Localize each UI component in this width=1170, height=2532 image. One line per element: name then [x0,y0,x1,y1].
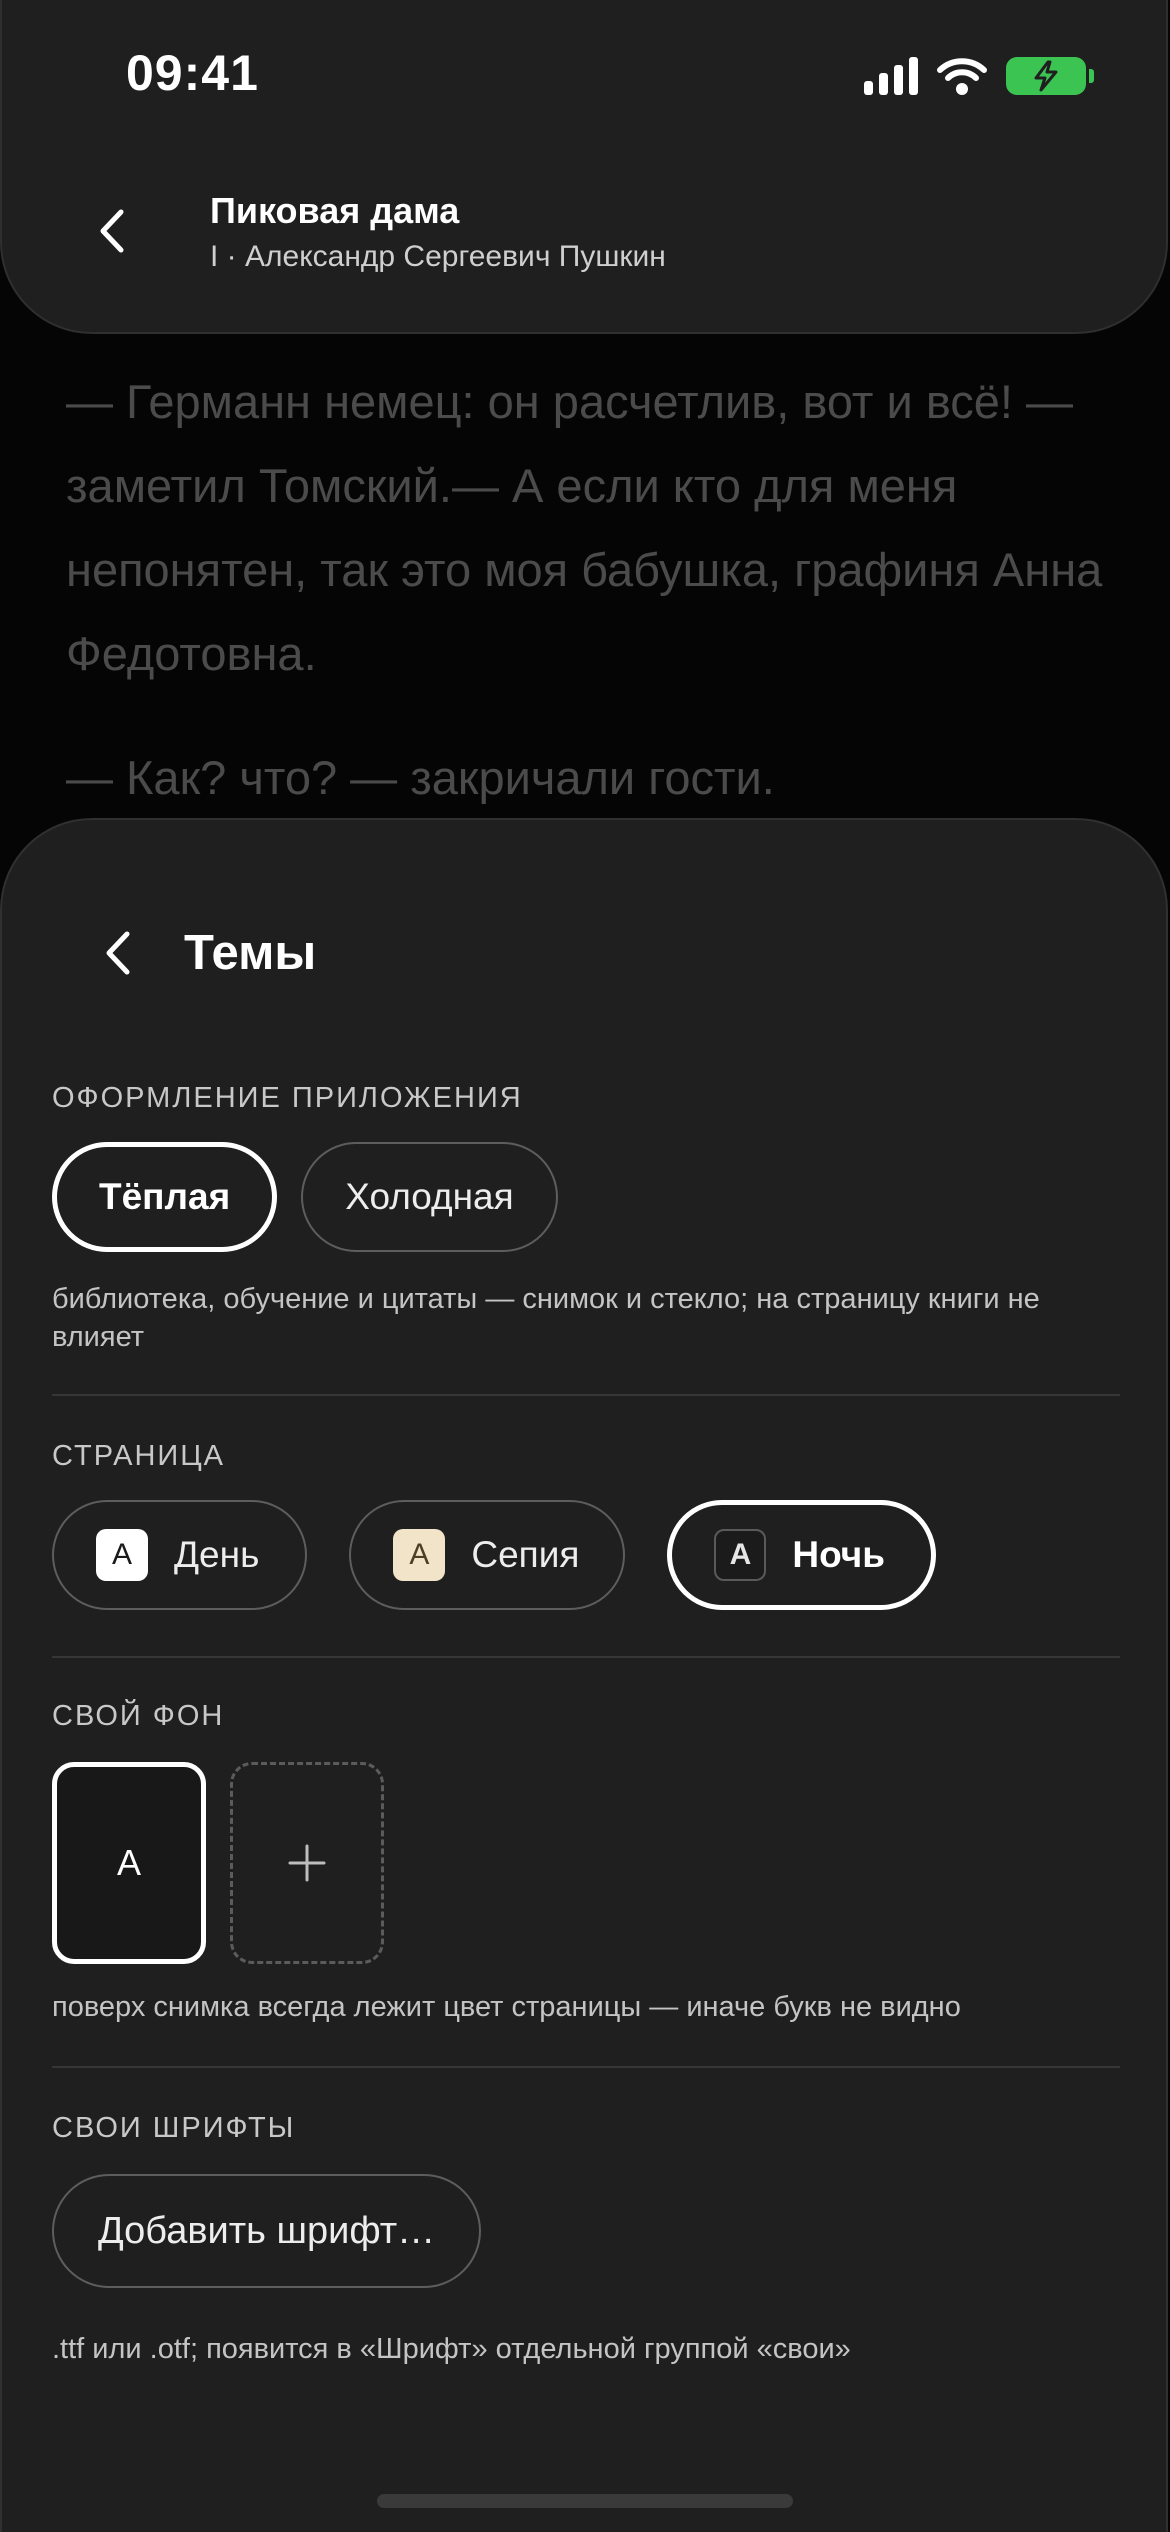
page-theme-day-label: День [174,1534,260,1575]
cellular-signal-icon [864,57,918,95]
chevron-left-icon [106,931,130,975]
section-label-app-theme: ОФОРМЛЕНИЕ ПРИЛОЖЕНИЯ [52,1082,523,1114]
page-theme-options: A День A Сепия A Ночь [52,1500,937,1610]
plus-icon [288,1844,326,1882]
day-swatch-icon: A [96,1529,148,1581]
sheet-title: Темы [184,926,317,980]
page-theme-sepia-button[interactable]: A Сепия [349,1500,626,1610]
night-swatch-icon: A [714,1529,767,1581]
reader-header: 09:41 Пиковая дама I · Александр Сергеев… [0,0,1168,334]
battery-charging-icon [1006,57,1094,95]
wifi-icon [937,58,987,95]
custom-bg-tile-selected[interactable]: A [52,1762,206,1964]
section-label-page: СТРАНИЦА [52,1440,226,1472]
back-button[interactable] [84,196,140,266]
custom-bg-hint: поверх снимка всегда лежит цвет страницы… [52,1991,961,2023]
book-title: Пиковая дама [210,190,460,231]
page-theme-day-button[interactable]: A День [52,1500,308,1610]
divider [52,1394,1120,1396]
add-custom-bg-button[interactable] [230,1762,384,1964]
status-time: 09:41 [126,45,259,101]
sheet-back-button[interactable] [92,920,144,986]
page-theme-sepia-label: Сепия [471,1534,580,1575]
section-label-custom-bg: СВОЙ ФОН [52,1700,225,1732]
status-icons [864,56,1094,96]
home-indicator[interactable] [377,2494,793,2508]
tile-letter: A [116,1842,141,1883]
sepia-swatch-icon: A [393,1529,446,1581]
custom-fonts-hint: .ttf или .otf; появится в «Шрифт» отдель… [52,2333,851,2365]
themes-sheet: Темы ОФОРМЛЕНИЕ ПРИЛОЖЕНИЯ Тёплая Холодн… [0,818,1168,2532]
custom-bg-tiles: A [52,1762,384,1964]
app-theme-options: Тёплая Холодная [52,1142,558,1252]
page-theme-night-label: Ночь [792,1534,886,1575]
add-font-button[interactable]: Добавить шрифт… [52,2174,482,2288]
section-label-custom-fonts: СВОИ ШРИФТЫ [52,2112,296,2144]
book-subtitle: I · Александр Сергеевич Пушкин [210,240,666,273]
divider [52,1656,1120,1658]
reader-paragraph: — Как? что? — закричали гости. [66,751,775,804]
divider [52,2066,1120,2068]
app-theme-cold-button[interactable]: Холодная [301,1142,558,1252]
page-theme-night-button[interactable]: A Ночь [667,1500,937,1610]
chevron-left-icon [100,209,124,253]
app-theme-warm-button[interactable]: Тёплая [52,1142,278,1252]
reader-text: — Германн немец: он расчетлив, вот и всё… [66,360,1106,860]
reader-paragraph: — Германн немец: он расчетлив, вот и всё… [66,375,1103,680]
app-theme-hint: библиотека, обучение и цитаты — снимок и… [52,1283,1040,1353]
